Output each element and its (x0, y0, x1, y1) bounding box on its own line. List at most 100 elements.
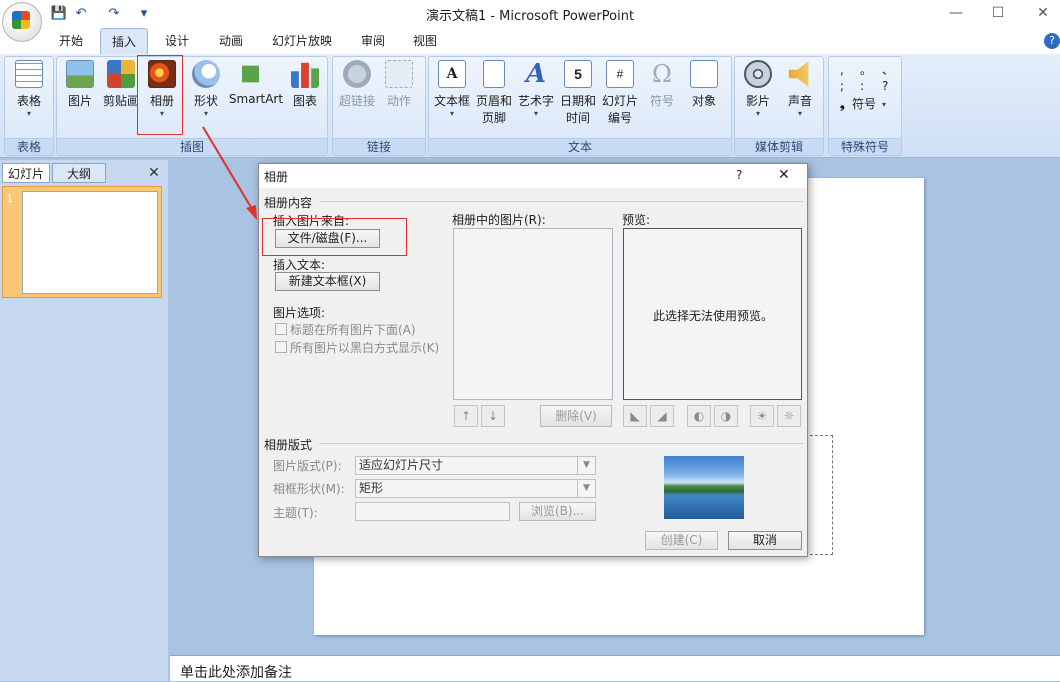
theme-input[interactable] (355, 502, 510, 521)
brightness-down-icon[interactable]: ☼ (777, 405, 801, 427)
special-char-enum-comma[interactable]: 、 (882, 62, 894, 78)
pictures-listbox[interactable] (453, 228, 613, 400)
header-footer-label-2: 页脚 (481, 111, 506, 125)
picture-button[interactable]: 图片 (62, 60, 98, 109)
minimize-button[interactable]: — (941, 3, 971, 23)
create-button[interactable]: 创建(C) (645, 531, 718, 550)
file-disk-highlight (262, 218, 407, 256)
speaker-icon (788, 61, 809, 87)
chart-label: 图表 (292, 94, 317, 108)
tab-home[interactable]: 开始 (48, 28, 94, 54)
table-button[interactable]: 表格 ▾ (8, 60, 50, 119)
slide-number-label-1: 幻灯片 (601, 94, 638, 108)
wordart-icon: A (525, 59, 547, 89)
action-button[interactable]: 动作 (380, 60, 418, 109)
special-char-comma[interactable]: , (840, 62, 844, 78)
special-char-semicolon[interactable]: ; (840, 78, 844, 94)
sound-label: 声音 (787, 94, 812, 108)
chevron-down-icon: ▼ (577, 480, 595, 497)
dialog-help-button[interactable]: ? (736, 168, 742, 182)
object-button[interactable]: 对象 (684, 60, 724, 109)
tab-view[interactable]: 视图 (402, 28, 448, 54)
black-white-checkbox[interactable] (275, 341, 287, 353)
header-footer-button[interactable]: 页眉和 页脚 (474, 60, 514, 126)
notes-pane[interactable]: 单击此处添加备注 (170, 655, 1060, 681)
wordart-button[interactable]: A 艺术字 ▾ (516, 60, 556, 119)
textbox-dropdown-icon: ▾ (449, 109, 454, 118)
slide-number-button[interactable]: # 幻灯片 编号 (600, 60, 640, 126)
tab-design[interactable]: 设计 (154, 28, 200, 54)
tab-outline[interactable]: 大纲 (52, 163, 106, 183)
datetime-button[interactable]: 5 日期和 时间 (558, 60, 598, 126)
slide-thumbnail[interactable] (22, 191, 158, 294)
wordart-dropdown-icon: ▾ (533, 109, 538, 118)
maximize-button[interactable]: ☐ (983, 3, 1013, 23)
new-textbox-button[interactable]: 新建文本框(X) (275, 272, 380, 291)
shapes-button[interactable]: 形状 ▾ (186, 60, 226, 119)
symbol-label: 符号 (649, 94, 674, 108)
hyperlink-button[interactable]: 超链接 (336, 60, 378, 109)
tab-slideshow[interactable]: 幻灯片放映 (262, 28, 342, 54)
picture-layout-select[interactable]: 适应幻灯片尺寸 ▼ (355, 456, 596, 475)
close-window-button[interactable]: ✕ (1028, 3, 1058, 23)
datetime-label-2: 时间 (565, 111, 590, 125)
ribbon-tabs: 开始 插入 设计 动画 幻灯片放映 审阅 视图 (0, 28, 1060, 54)
special-char-question[interactable]: ? (882, 78, 888, 94)
album-highlight (137, 55, 183, 135)
office-logo-icon (12, 11, 30, 29)
close-pane-icon[interactable]: ✕ (146, 163, 162, 183)
group-label-illustrations: 插图 (57, 138, 327, 155)
tab-animation[interactable]: 动画 (208, 28, 254, 54)
object-label: 对象 (691, 94, 716, 108)
frame-shape-label: 相框形状(M): (273, 482, 345, 496)
move-up-button[interactable]: ↑ (454, 405, 478, 427)
header-footer-icon (483, 60, 505, 88)
tab-slides[interactable]: 幻灯片 (2, 163, 50, 183)
omega-icon: Ω (652, 60, 672, 88)
black-white-label: 所有图片以黑白方式显示(K) (290, 341, 440, 355)
sound-button[interactable]: 声音 ▾ (780, 60, 820, 119)
cancel-button[interactable]: 取消 (728, 531, 802, 550)
rotate-left-icon[interactable]: ◣ (623, 405, 647, 427)
frame-shape-value: 矩形 (359, 481, 384, 495)
special-symbol-button[interactable]: 符号 (852, 96, 876, 112)
clipart-icon (107, 60, 135, 88)
group-label-table: 表格 (5, 138, 53, 155)
help-icon[interactable]: ? (1044, 33, 1060, 49)
rotate-right-icon[interactable]: ◢ (650, 405, 674, 427)
textbox-button[interactable]: A 文本框 ▾ (432, 60, 472, 119)
picture-icon (66, 60, 94, 88)
brightness-up-icon[interactable]: ☀ (750, 405, 774, 427)
move-down-button[interactable]: ↓ (481, 405, 505, 427)
table-icon (15, 60, 43, 88)
special-char-colon[interactable]: : (860, 78, 864, 94)
group-label-links: 链接 (333, 138, 425, 155)
table-dropdown-icon: ▾ (26, 109, 31, 118)
special-char-period[interactable]: 。 (860, 62, 872, 78)
smartart-button[interactable]: SmartArt (228, 60, 284, 106)
group-label-text: 文本 (429, 138, 731, 155)
browse-button[interactable]: 浏览(B)... (519, 502, 596, 521)
special-symbol-dropdown-icon[interactable]: ▾ (882, 100, 886, 110)
contrast-down-icon[interactable]: ◑ (714, 405, 738, 427)
delete-button[interactable]: 删除(V) (540, 405, 612, 427)
tab-insert[interactable]: 插入 (100, 28, 148, 54)
hyperlink-icon (343, 60, 371, 88)
symbol-button[interactable]: Ω 符号 (642, 60, 682, 109)
dialog-close-button[interactable]: ✕ (778, 167, 790, 183)
tab-review[interactable]: 审阅 (350, 28, 396, 54)
picture-label: 图片 (67, 94, 92, 108)
frame-shape-select[interactable]: 矩形 ▼ (355, 479, 596, 498)
clipart-button[interactable]: 剪贴画 (100, 60, 142, 109)
movie-button[interactable]: 影片 ▾ (738, 60, 778, 119)
special-char-quote[interactable]: ❟ (840, 96, 845, 112)
preview-box: 此选择无法使用预览。 (623, 228, 802, 400)
captions-label: 标题在所有图片下面(A) (290, 323, 416, 337)
picture-options-label: 图片选项: (273, 306, 326, 320)
divider (319, 443, 803, 444)
chart-button[interactable]: 图表 (286, 60, 324, 109)
captions-checkbox[interactable] (275, 323, 287, 335)
action-label: 动作 (386, 94, 411, 108)
contrast-up-icon[interactable]: ◐ (687, 405, 711, 427)
hyperlink-label: 超链接 (338, 94, 375, 108)
